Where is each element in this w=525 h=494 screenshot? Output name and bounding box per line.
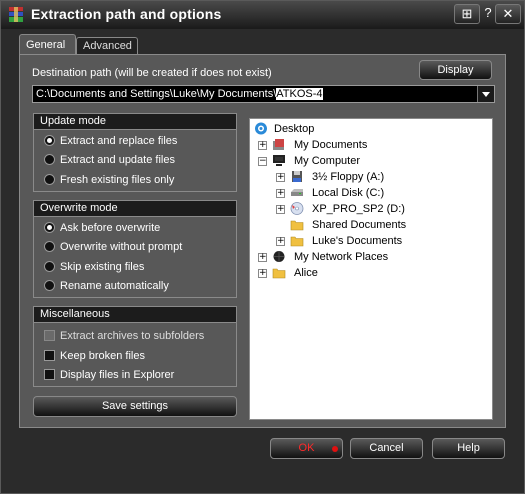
checkbox-keep-broken[interactable]: Keep broken files <box>44 348 145 364</box>
radio-skip-existing[interactable]: Skip existing files <box>44 259 144 275</box>
option-label: Extract and replace files <box>60 135 178 147</box>
tree-item-alice[interactable]: + Alice <box>258 265 484 281</box>
tree-label: 3½ Floppy (A:) <box>312 171 385 183</box>
radio-icon <box>44 279 55 291</box>
network-icon <box>273 251 285 262</box>
close-button[interactable]: ✕ <box>495 4 521 24</box>
tree-label: Local Disk (C:) <box>312 187 385 199</box>
tree-item-my-computer[interactable]: − My Computer <box>258 153 484 169</box>
tree-item-shared-documents[interactable]: Shared Documents <box>290 217 484 233</box>
radio-icon <box>44 134 55 146</box>
desktop-icon <box>255 122 267 135</box>
tree-item-lukes-documents[interactable]: + Luke's Documents <box>276 233 484 249</box>
tree-item-floppy[interactable]: + 3½ Floppy (A:) <box>276 169 484 185</box>
checkbox-icon <box>44 368 55 380</box>
dropdown-button[interactable] <box>477 86 494 102</box>
help-button[interactable]: Help <box>432 438 505 459</box>
computer-icon <box>273 155 285 166</box>
checkbox-extract-subfolders[interactable]: Extract archives to subfolders <box>44 328 204 344</box>
tree-label: Desktop <box>274 123 315 135</box>
option-label: Ask before overwrite <box>60 222 161 234</box>
help-title-button[interactable]: ? <box>482 4 494 24</box>
cancel-button[interactable]: Cancel <box>350 438 423 459</box>
ok-button[interactable]: OK <box>270 438 343 459</box>
collapse-icon[interactable]: − <box>258 157 267 166</box>
option-label: Extract archives to subfolders <box>60 330 205 342</box>
option-label: Overwrite without prompt <box>60 241 183 253</box>
window-title: Extraction path and options <box>31 6 222 22</box>
folder-icon <box>290 236 304 247</box>
update-mode-header: Update mode <box>34 114 236 130</box>
overwrite-mode-header: Overwrite mode <box>34 201 236 217</box>
tree-item-local-disk[interactable]: + Local Disk (C:) <box>276 185 484 201</box>
tree-item-xp-pro-sp2[interactable]: + XP_PRO_SP2 (D:) <box>276 201 484 217</box>
folder-tree[interactable]: Desktop + My Documents − My Computer + 3… <box>249 118 493 420</box>
system-menu-button[interactable]: ⊞ <box>454 4 480 24</box>
expand-icon[interactable]: + <box>258 269 267 278</box>
expand-icon[interactable]: + <box>258 253 267 262</box>
default-indicator-icon <box>332 446 338 452</box>
radio-icon <box>44 260 55 272</box>
path-selected: ATKOS-4 <box>276 88 323 100</box>
option-label: Extract and update files <box>60 154 175 166</box>
radio-icon <box>44 221 55 233</box>
tree-item-my-network-places[interactable]: + My Network Places <box>258 249 484 265</box>
destination-path-value[interactable]: C:\Documents and Settings\Luke\My Docume… <box>36 88 323 100</box>
tab-general[interactable]: General <box>19 34 76 55</box>
miscellaneous-header: Miscellaneous <box>34 307 236 323</box>
general-panel: Destination path (will be created if doe… <box>19 54 506 428</box>
miscellaneous-group: Miscellaneous Extract archives to subfol… <box>33 306 237 387</box>
tree-label: XP_PRO_SP2 (D:) <box>312 203 405 215</box>
cd-icon <box>290 202 304 215</box>
radio-ask-before[interactable]: Ask before overwrite <box>44 220 160 236</box>
tree-label: Alice <box>294 267 318 279</box>
tab-advanced[interactable]: Advanced <box>76 37 138 54</box>
path-prefix: C:\Documents and Settings\Luke\My Docume… <box>36 88 277 100</box>
option-label: Skip existing files <box>60 261 145 273</box>
chevron-down-icon <box>482 92 490 97</box>
expand-icon[interactable]: + <box>276 173 285 182</box>
folder-icon <box>272 268 286 279</box>
display-button[interactable]: Display <box>419 60 492 80</box>
expand-icon[interactable]: + <box>276 205 285 214</box>
radio-extract-replace[interactable]: Extract and replace files <box>44 133 177 149</box>
radio-rename-automatically[interactable]: Rename automatically <box>44 278 169 294</box>
tree-item-desktop[interactable]: Desktop <box>254 121 484 137</box>
checkbox-icon <box>44 349 55 361</box>
floppy-icon <box>292 171 302 182</box>
radio-icon <box>44 240 55 252</box>
option-label: Keep broken files <box>60 350 145 362</box>
tree-label: My Documents <box>294 139 368 151</box>
radio-overwrite-without-prompt[interactable]: Overwrite without prompt <box>44 239 182 255</box>
expand-icon[interactable]: + <box>276 237 285 246</box>
tree-label: My Computer <box>294 155 361 167</box>
folder-icon <box>290 220 304 231</box>
option-label: Rename automatically <box>60 280 169 292</box>
expand-icon[interactable]: + <box>276 189 285 198</box>
update-mode-group: Update mode Extract and replace files Ex… <box>33 113 237 192</box>
title-bar[interactable]: Extraction path and options ⊞ ? ✕ <box>1 1 524 29</box>
tree-label: My Network Places <box>294 251 389 263</box>
checkbox-icon <box>44 329 55 341</box>
radio-icon <box>44 153 55 165</box>
disk-icon <box>291 189 303 196</box>
tree-item-my-documents[interactable]: + My Documents <box>258 137 484 153</box>
extraction-dialog: Extraction path and options ⊞ ? ✕ Genera… <box>0 0 525 494</box>
destination-path-combo[interactable]: C:\Documents and Settings\Luke\My Docume… <box>32 85 495 103</box>
radio-extract-update[interactable]: Extract and update files <box>44 152 175 168</box>
winrar-icon <box>9 7 23 22</box>
save-settings-button[interactable]: Save settings <box>33 396 237 417</box>
destination-label: Destination path (will be created if doe… <box>32 67 272 79</box>
radio-fresh-existing[interactable]: Fresh existing files only <box>44 172 174 188</box>
checkbox-display-explorer[interactable]: Display files in Explorer <box>44 367 174 383</box>
ok-label: OK <box>298 442 315 454</box>
expand-icon[interactable]: + <box>258 141 267 150</box>
option-label: Display files in Explorer <box>60 369 175 381</box>
tree-label: Luke's Documents <box>312 235 403 247</box>
my-documents-icon <box>273 139 284 150</box>
option-label: Fresh existing files only <box>60 174 175 186</box>
overwrite-mode-group: Overwrite mode Ask before overwrite Over… <box>33 200 237 298</box>
radio-icon <box>44 173 55 185</box>
tree-label: Shared Documents <box>312 219 407 231</box>
